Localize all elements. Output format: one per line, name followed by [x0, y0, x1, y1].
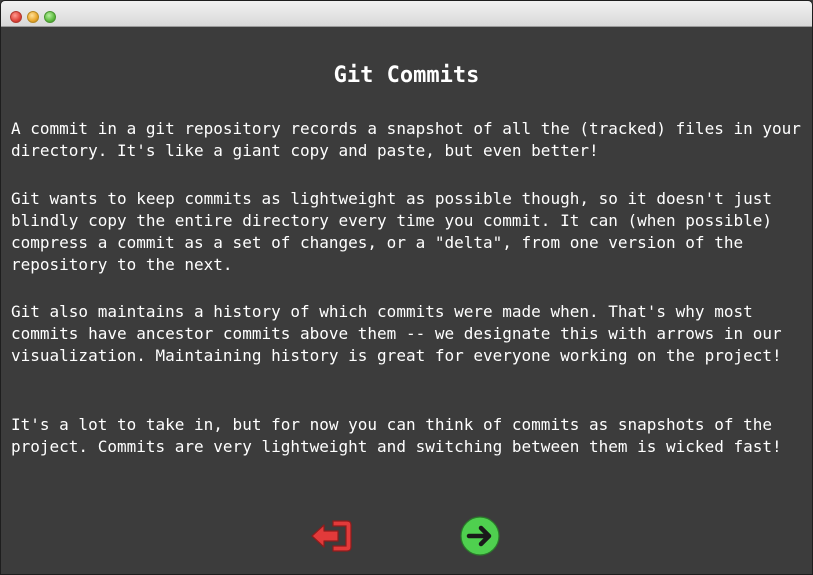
- exit-arrow-left-icon: [311, 520, 352, 552]
- maximize-window-button[interactable]: [44, 11, 56, 23]
- next-button[interactable]: [458, 515, 502, 557]
- dialog-title: Git Commits: [333, 63, 480, 88]
- dialog-paragraph: Git wants to keep commits as lightweight…: [11, 189, 772, 274]
- title-bar[interactable]: [1, 1, 812, 27]
- dialog-content: Git Commits A commit in a git repository…: [1, 27, 812, 574]
- app-window: Git Commits A commit in a git repository…: [0, 0, 813, 575]
- minimize-window-button[interactable]: [27, 11, 39, 23]
- dialog-paragraph: It's a lot to take in, but for now you c…: [11, 415, 782, 456]
- back-button[interactable]: [309, 515, 353, 557]
- arrow-right-circle-icon: [460, 516, 500, 556]
- dialog-paragraph: Git also maintains a history of which co…: [11, 302, 782, 365]
- dialog-paragraph: A commit in a git repository records a s…: [11, 119, 801, 160]
- close-window-button[interactable]: [10, 11, 22, 23]
